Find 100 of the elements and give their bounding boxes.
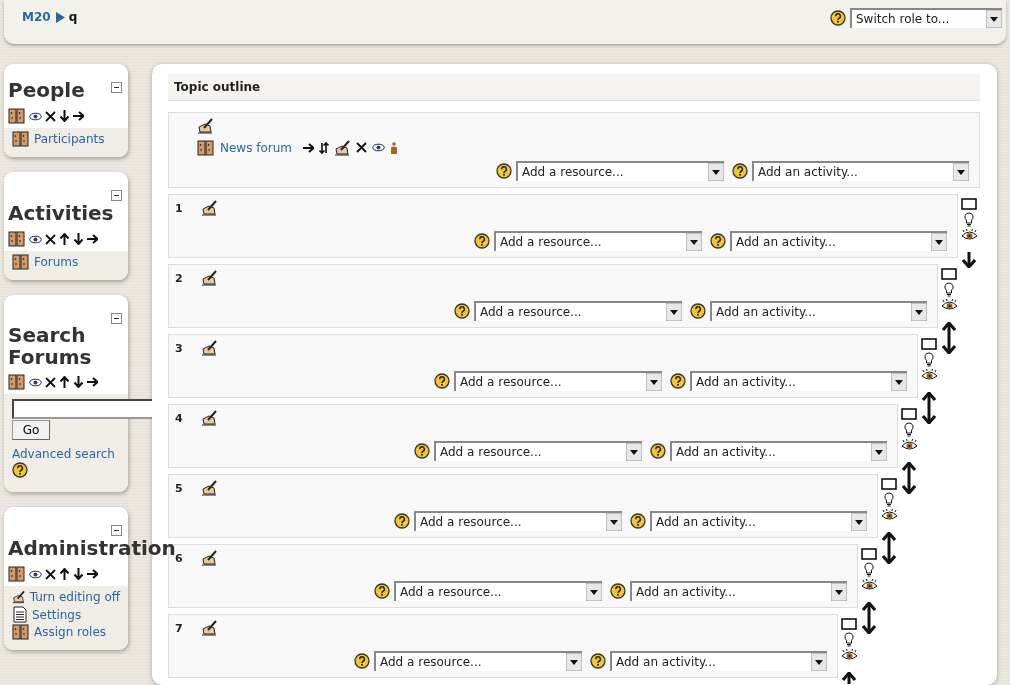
caret-icon[interactable] <box>666 303 682 321</box>
eye-icon[interactable] <box>900 439 918 451</box>
up-arrow-icon[interactable] <box>59 376 70 388</box>
block-link[interactable]: Settings <box>32 607 82 622</box>
right-arrow-icon[interactable] <box>73 110 84 122</box>
collapse-icon[interactable] <box>111 190 122 201</box>
square-outline-icon[interactable] <box>861 548 877 560</box>
caret-icon[interactable] <box>871 443 887 461</box>
right-arrow-icon[interactable] <box>87 568 98 580</box>
add-activity-select[interactable]: Add an activity... <box>610 651 827 671</box>
caret-icon[interactable] <box>606 513 622 531</box>
add-resource-select[interactable]: Add a resource... <box>516 161 724 181</box>
collapse-icon[interactable] <box>111 82 122 93</box>
eye-icon[interactable] <box>29 569 42 579</box>
help-icon[interactable] <box>474 233 490 249</box>
cross-icon[interactable] <box>45 110 56 122</box>
person-icon[interactable] <box>390 141 399 154</box>
pencil-hand-icon[interactable] <box>334 139 352 156</box>
lightbulb-icon[interactable] <box>964 212 974 227</box>
caret-icon[interactable] <box>986 10 1002 28</box>
down-arrow-icon[interactable] <box>73 376 84 388</box>
people-icon[interactable] <box>12 624 30 640</box>
add-resource-select[interactable]: Add a resource... <box>454 371 662 391</box>
help-icon[interactable] <box>732 163 748 179</box>
lightbulb-icon[interactable] <box>844 632 854 647</box>
advanced-search-link[interactable]: Advanced search <box>12 447 120 461</box>
lightbulb-icon[interactable] <box>904 422 914 437</box>
square-outline-icon[interactable] <box>841 618 857 630</box>
breadcrumb-link[interactable]: M20 <box>22 10 51 24</box>
roles-icon[interactable] <box>8 374 26 390</box>
people-icon[interactable] <box>12 131 30 147</box>
caret-icon[interactable] <box>708 163 724 181</box>
collapse-icon[interactable] <box>111 525 122 536</box>
pencil-hand-icon[interactable] <box>201 270 218 286</box>
cross-icon[interactable] <box>356 142 368 153</box>
add-resource-select[interactable]: Add a resource... <box>374 651 582 671</box>
up-down-arrows-icon[interactable] <box>319 141 330 154</box>
add-resource-select[interactable]: Add a resource... <box>394 581 602 601</box>
pencil-hand-icon[interactable] <box>197 118 214 134</box>
caret-icon[interactable] <box>811 653 827 671</box>
eye-icon[interactable] <box>372 143 386 152</box>
help-icon[interactable] <box>454 303 470 319</box>
help-icon[interactable] <box>394 513 410 529</box>
switch-role-select[interactable]: Switch role to... <box>850 8 1002 28</box>
down-arrow-icon[interactable] <box>59 110 70 122</box>
add-activity-select[interactable]: Add an activity... <box>752 161 969 181</box>
up-down-arrow-icon[interactable] <box>882 532 896 564</box>
collapse-icon[interactable] <box>111 313 122 324</box>
help-icon[interactable] <box>374 583 390 599</box>
help-icon[interactable] <box>610 583 626 599</box>
help-icon[interactable] <box>630 513 646 529</box>
add-resource-select[interactable]: Add a resource... <box>434 441 642 461</box>
cross-icon[interactable] <box>45 568 56 580</box>
caret-icon[interactable] <box>586 583 602 601</box>
lightbulb-icon[interactable] <box>924 352 934 367</box>
down-arrow-icon[interactable] <box>962 252 976 268</box>
help-icon[interactable] <box>670 373 686 389</box>
help-icon[interactable] <box>590 653 606 669</box>
help-icon[interactable] <box>414 443 430 459</box>
pencil-hand-icon[interactable] <box>201 200 218 216</box>
people-icon[interactable] <box>197 139 215 156</box>
square-outline-icon[interactable] <box>881 478 897 490</box>
right-arrow-icon[interactable] <box>87 376 98 388</box>
up-down-arrow-icon[interactable] <box>922 392 936 424</box>
help-icon[interactable] <box>830 10 846 26</box>
go-button[interactable]: Go <box>12 420 50 440</box>
help-icon[interactable] <box>710 233 726 249</box>
caret-icon[interactable] <box>851 513 867 531</box>
pencil-hand-icon[interactable] <box>201 410 218 426</box>
block-link[interactable]: Assign roles <box>34 625 107 639</box>
block-link[interactable]: Turn editing off <box>29 590 120 604</box>
people-icon[interactable] <box>12 254 30 270</box>
caret-icon[interactable] <box>891 373 907 391</box>
help-icon[interactable] <box>354 653 370 669</box>
cross-icon[interactable] <box>45 233 56 245</box>
add-activity-select[interactable]: Add an activity... <box>710 301 927 321</box>
pencil-hand-icon[interactable] <box>201 480 218 496</box>
block-link[interactable]: Forums <box>34 255 79 269</box>
add-activity-select[interactable]: Add an activity... <box>650 511 867 531</box>
up-down-arrow-icon[interactable] <box>942 322 956 354</box>
pencil-hand-icon[interactable] <box>201 620 218 636</box>
right-arrow-icon[interactable] <box>303 141 315 154</box>
caret-icon[interactable] <box>953 163 969 181</box>
caret-icon[interactable] <box>931 233 947 251</box>
roles-icon[interactable] <box>8 231 26 247</box>
eye-icon[interactable] <box>960 229 978 241</box>
help-icon[interactable] <box>650 443 666 459</box>
caret-icon[interactable] <box>566 653 582 671</box>
lightbulb-icon[interactable] <box>884 492 894 507</box>
caret-icon[interactable] <box>911 303 927 321</box>
pencil-hand-icon[interactable] <box>201 550 218 566</box>
eye-icon[interactable] <box>840 649 858 661</box>
lightbulb-icon[interactable] <box>944 282 954 297</box>
add-activity-select[interactable]: Add an activity... <box>730 231 947 251</box>
activity-link[interactable]: News forum <box>220 140 293 155</box>
help-icon[interactable] <box>690 303 706 319</box>
add-resource-select[interactable]: Add a resource... <box>494 231 702 251</box>
add-activity-select[interactable]: Add an activity... <box>630 581 847 601</box>
help-icon[interactable] <box>434 373 450 389</box>
pencil-hand-icon[interactable] <box>201 340 218 356</box>
